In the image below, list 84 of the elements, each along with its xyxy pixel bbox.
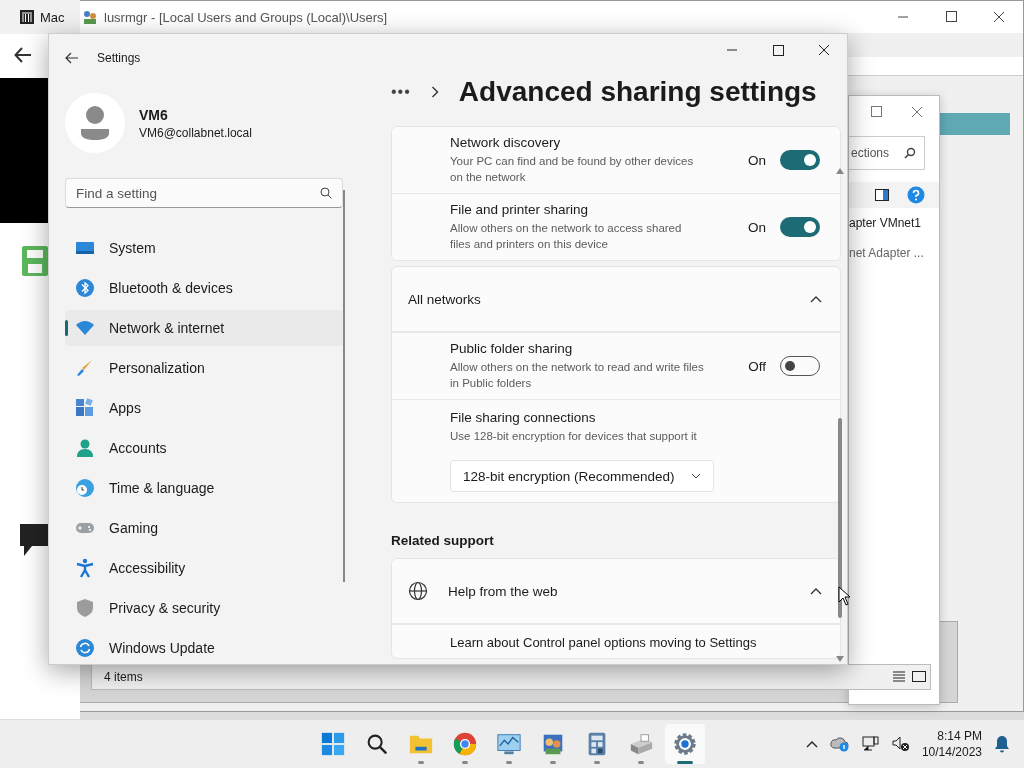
search-field[interactable]: ections bbox=[849, 136, 925, 170]
section-title[interactable]: All networks bbox=[408, 291, 481, 307]
nav-item[interactable]: Gaming bbox=[65, 510, 345, 546]
tiles-view-icon[interactable] bbox=[912, 671, 926, 683]
maximize-icon[interactable] bbox=[871, 106, 883, 118]
bluetooth-icon bbox=[75, 278, 95, 298]
section-title[interactable]: Help from the web bbox=[448, 583, 790, 599]
user-email: VM6@collabnet.local bbox=[139, 125, 252, 140]
setting-description: Allow others on the network to read and write files in Public folders bbox=[450, 360, 705, 391]
status-bar: 4 items bbox=[91, 664, 931, 690]
toggle-switch[interactable] bbox=[780, 150, 820, 170]
app-title: Settings bbox=[97, 51, 141, 65]
users-icon bbox=[82, 9, 98, 25]
person-silhouette-icon bbox=[80, 105, 110, 141]
bell-icon[interactable] bbox=[994, 735, 1010, 753]
globe-clock-icon bbox=[75, 478, 95, 498]
update-icon bbox=[75, 638, 95, 658]
paintbrush-icon bbox=[75, 358, 95, 378]
back-arrow-icon[interactable] bbox=[65, 52, 79, 64]
nav-item[interactable]: Accessibility bbox=[65, 550, 345, 586]
chart-monitor-icon bbox=[496, 731, 522, 757]
pane-icon[interactable] bbox=[875, 189, 889, 201]
browser-icon bbox=[452, 731, 478, 757]
page-title: Advanced sharing settings bbox=[458, 76, 817, 108]
clock[interactable]: 8:14 PM 10/14/2023 bbox=[921, 728, 982, 760]
chevron-up-icon[interactable] bbox=[810, 587, 822, 595]
nav-item[interactable]: Apps bbox=[65, 390, 345, 426]
nav-item[interactable]: Accounts bbox=[65, 430, 345, 466]
scroll-down-icon[interactable] bbox=[836, 656, 844, 662]
setting-title: File and printer sharing bbox=[450, 202, 590, 217]
speaker-muted-icon[interactable] bbox=[891, 736, 910, 752]
more-breadcrumb[interactable]: ••• bbox=[391, 83, 411, 101]
nav-item[interactable]: System bbox=[65, 230, 345, 266]
toggle-state-label: On bbox=[748, 219, 766, 235]
toggle-state-label: On bbox=[748, 152, 766, 168]
connection-name[interactable]: apter VMnet1 bbox=[849, 208, 939, 238]
apps-icon bbox=[75, 398, 95, 418]
section-heading: Related support bbox=[391, 533, 495, 548]
scroll-up-icon[interactable] bbox=[836, 168, 844, 174]
shield-icon bbox=[75, 598, 95, 618]
toggle-state-label: Off bbox=[748, 358, 766, 374]
connection-name[interactable]: net Adapter ... bbox=[849, 238, 939, 268]
setting-description: Use 128-bit encryption for devices that support it bbox=[450, 429, 698, 444]
toggle-switch[interactable] bbox=[780, 217, 820, 237]
accessibility-icon bbox=[75, 558, 95, 578]
back-arrow-icon[interactable] bbox=[14, 46, 32, 64]
museum-icon bbox=[20, 10, 34, 24]
details-view-icon[interactable] bbox=[892, 671, 906, 683]
chevron-right-icon bbox=[430, 86, 439, 98]
search-field[interactable]: Find a setting bbox=[65, 178, 343, 208]
chevron-up-icon[interactable] bbox=[810, 295, 822, 303]
nav-item[interactable]: Privacy & security bbox=[65, 590, 345, 626]
network-icon[interactable] bbox=[861, 736, 880, 752]
windows-logo-icon bbox=[320, 731, 346, 757]
window-title: lusrmgr - [Local Users and Groups (Local)\Users] bbox=[104, 9, 388, 25]
setting-title: Public folder sharing bbox=[450, 341, 574, 356]
taskbar-app[interactable] bbox=[665, 724, 705, 764]
chat-bubble-icon bbox=[20, 524, 48, 558]
gear-icon bbox=[672, 731, 698, 757]
nav-item[interactable]: Time & language bbox=[65, 470, 345, 506]
encryption-dropdown[interactable]: 128-bit encryption (Recommended) bbox=[450, 460, 714, 492]
setting-title: File sharing connections bbox=[450, 410, 597, 425]
chevron-down-icon bbox=[690, 473, 701, 479]
setting-description: Allow others on the network to access shared files and printers on this device bbox=[450, 221, 683, 252]
toggle-switch[interactable] bbox=[780, 356, 820, 376]
nav-item[interactable]: Network & internet bbox=[65, 310, 345, 346]
nav-item[interactable]: Bluetooth & devices bbox=[65, 270, 345, 306]
setting-description: Your PC can find and be found by other devices on the network bbox=[450, 154, 695, 185]
nav-item[interactable]: Windows Update bbox=[65, 630, 345, 664]
search-icon bbox=[320, 187, 332, 199]
person-icon bbox=[75, 438, 95, 458]
setting-title: Network discovery bbox=[450, 135, 562, 150]
cloud-info-icon[interactable] bbox=[829, 736, 850, 752]
globe-search-icon bbox=[408, 581, 428, 601]
help-link[interactable]: Learn about Control panel options moving to Settings bbox=[450, 635, 757, 650]
tab-title[interactable]: Mac bbox=[40, 9, 65, 25]
close-icon[interactable] bbox=[911, 106, 923, 118]
printer-icon bbox=[628, 731, 654, 757]
nav-item[interactable]: Personalization bbox=[65, 350, 345, 386]
user-name: VM6 bbox=[139, 106, 169, 123]
help-icon[interactable] bbox=[907, 186, 925, 204]
search-icon bbox=[904, 147, 916, 159]
chevron-up-icon[interactable] bbox=[805, 740, 818, 748]
header-bar bbox=[940, 113, 1010, 135]
